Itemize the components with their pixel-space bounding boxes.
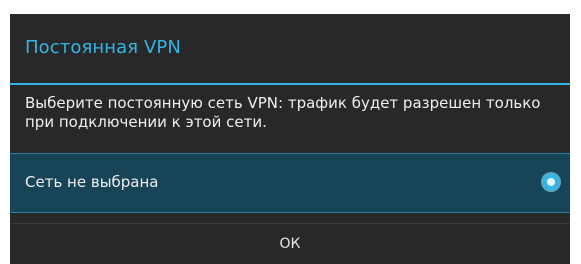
ok-button[interactable]: ОК [10,224,570,264]
dialog-title: Постоянная VPN [25,37,181,58]
dialog-message: Выберите постоянную сеть VPN: трафик буд… [25,94,541,131]
option-no-network[interactable]: Сеть не выбрана [10,153,570,213]
option-label: Сеть не выбрана [25,173,159,191]
always-on-vpn-dialog: Постоянная VPN Выберите постоянную сеть … [10,14,570,264]
screen: Постоянная VPN Выберите постоянную сеть … [0,0,581,264]
radio-dot-icon [547,178,555,186]
radio-selected-icon[interactable] [543,174,559,190]
title-divider [10,83,570,85]
